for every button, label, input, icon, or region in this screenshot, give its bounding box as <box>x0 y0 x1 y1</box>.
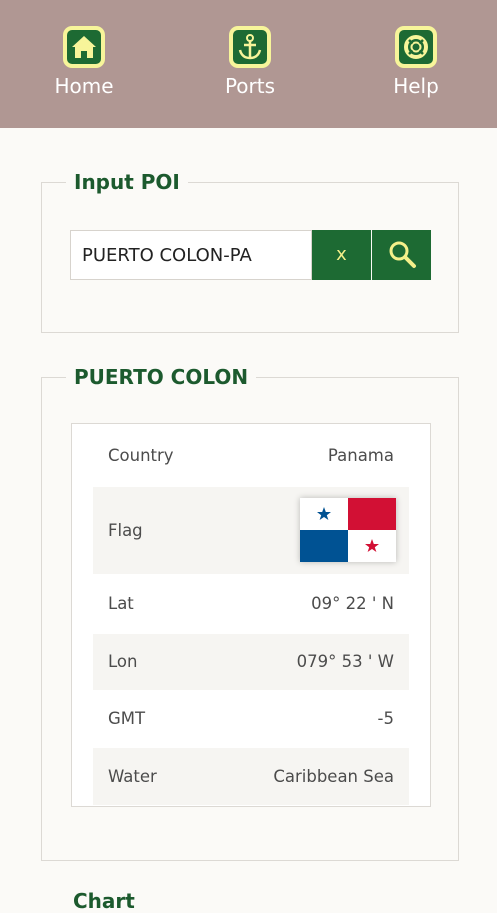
info-row-water: Water Caribbean Sea <box>93 748 409 805</box>
info-value: 09° 22 ' N <box>311 594 394 613</box>
search-icon <box>389 241 416 268</box>
chart-panel-legend: Chart <box>73 889 135 913</box>
info-value: -5 <box>377 709 394 728</box>
port-info-table: Country Panama Flag Lat 09° 22 ' N Lon 0… <box>71 423 431 807</box>
info-key: Flag <box>108 521 143 540</box>
info-row-flag: Flag <box>93 487 409 574</box>
clear-button[interactable]: x <box>312 230 371 280</box>
info-key: Country <box>108 446 174 465</box>
info-key: Lat <box>108 594 134 613</box>
info-row-gmt: GMT -5 <box>93 690 409 748</box>
info-key: GMT <box>108 709 146 728</box>
top-navigation: Home Ports Help <box>0 0 497 128</box>
info-key: Lon <box>108 652 138 671</box>
home-icon <box>63 26 105 68</box>
input-poi-panel: Input POI x <box>41 167 459 333</box>
panama-flag-icon <box>300 498 396 562</box>
port-name-legend: PUERTO COLON <box>66 362 257 392</box>
nav-ports-label: Ports <box>224 74 276 98</box>
input-poi-legend: Input POI <box>66 167 188 197</box>
anchor-icon <box>229 26 271 68</box>
poi-search-input[interactable] <box>70 230 312 280</box>
info-value: 079° 53 ' W <box>296 652 394 671</box>
clear-label: x <box>336 244 347 265</box>
nav-home-label: Home <box>54 74 114 98</box>
nav-ports[interactable]: Ports <box>200 26 300 98</box>
info-key: Water <box>108 767 157 786</box>
nav-help-label: Help <box>393 74 439 98</box>
nav-help[interactable]: Help <box>366 26 466 98</box>
nav-home[interactable]: Home <box>34 26 134 98</box>
search-button[interactable] <box>372 230 431 280</box>
info-value: Caribbean Sea <box>273 767 394 786</box>
lifebuoy-icon <box>395 26 437 68</box>
port-info-panel: PUERTO COLON Country Panama Flag Lat 09°… <box>41 362 459 861</box>
info-row-country: Country Panama <box>93 425 409 487</box>
info-row-lat: Lat 09° 22 ' N <box>93 574 409 634</box>
info-value: Panama <box>327 446 394 465</box>
info-row-lon: Lon 079° 53 ' W <box>93 634 409 690</box>
